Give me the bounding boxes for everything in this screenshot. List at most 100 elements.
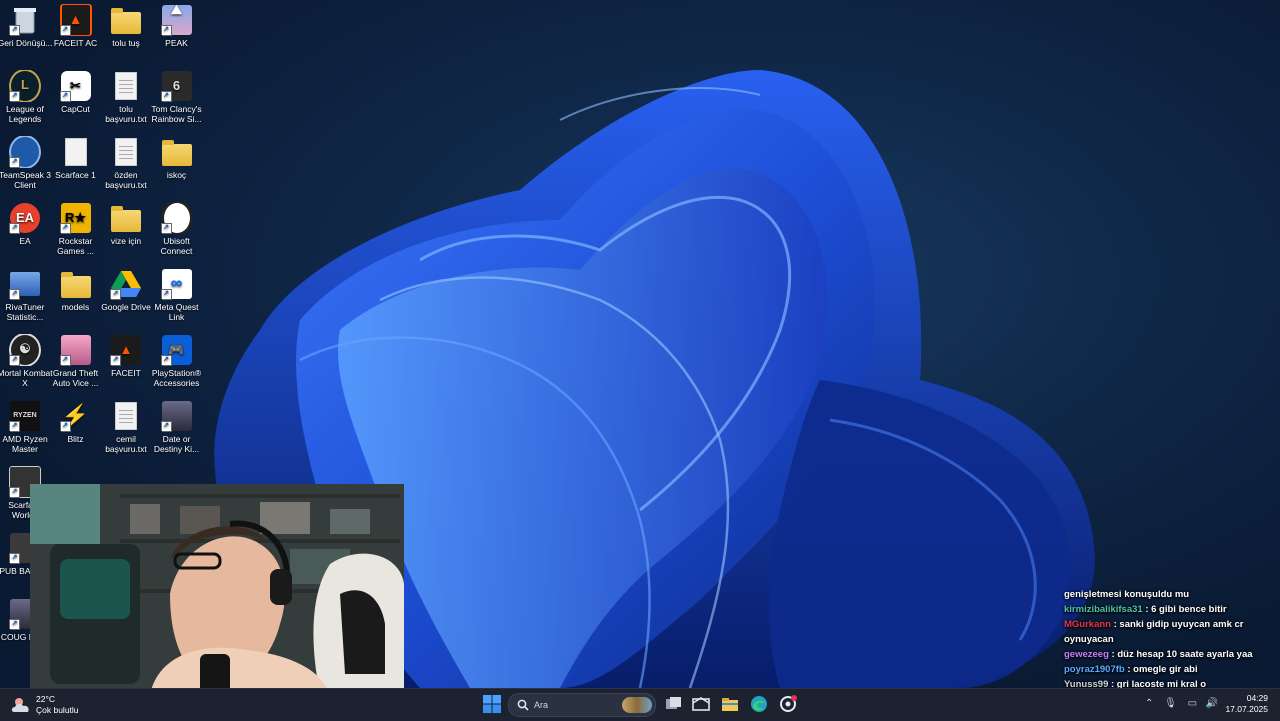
chat-text: : 6 gibi bence bitir [1142, 604, 1227, 615]
desktop-icon[interactable]: iskoç [149, 136, 205, 198]
folder-icon [110, 4, 142, 36]
shortcut-arrow-icon: ↗ [9, 223, 20, 234]
desktop-icon[interactable]: ✂ ↗ CapCut [48, 70, 104, 132]
chat-text: : omegle gir abi [1124, 664, 1198, 675]
desktop-icon[interactable]: RYZEN ↗ AMD Ryzen Master [0, 400, 53, 462]
shortcut-arrow-icon: ↗ [59, 91, 71, 102]
shortcut-arrow-icon: ↗ [59, 223, 71, 234]
edge-browser-icon[interactable] [749, 694, 769, 714]
desktop-icon[interactable]: R★ ↗ Rockstar Games ... [48, 202, 104, 264]
desktop-icon[interactable]: ∞ ↗ Meta Quest Link [149, 268, 205, 330]
desktop-icon-label: RivaTuner Statistic... [5, 302, 45, 322]
shortcut-arrow-icon: ↗ [110, 355, 121, 366]
playstation-icon: 🎮 ↗ [160, 334, 193, 366]
desktop-icon-label: Geri Dönüşü... [0, 38, 53, 48]
desktop-icon[interactable]: özden başvuru.txt [98, 136, 154, 198]
desktop-icon[interactable]: tolu tuş [98, 4, 154, 66]
desktop-icon-label: FACEIT AC [53, 38, 98, 48]
desktop-icon-label: PEAK [165, 38, 188, 48]
shortcut-arrow-icon: ↗ [160, 355, 172, 366]
steelseries-gg-icon[interactable] [778, 694, 798, 714]
desktop-icon-label: League of Legends [6, 104, 44, 124]
search-icon [517, 699, 529, 711]
desktop-icon[interactable]: ▲ ↗ FACEIT AC [48, 4, 104, 66]
shortcut-arrow-icon: ↗ [9, 619, 20, 630]
desktop-icon-label: iskoç [166, 170, 187, 180]
shortcut-arrow-icon: ↗ [160, 421, 172, 432]
task-view-icon[interactable] [663, 694, 683, 714]
widgets-app-icon[interactable] [691, 694, 711, 714]
weather-temperature: 22°C [36, 694, 55, 704]
chat-text: genişletmesi konuşuldu mu [1064, 589, 1190, 600]
desktop-icon-label: TeamSpeak 3 Client [0, 170, 51, 190]
desktop-icon[interactable]: ↗ RivaTuner Statistic... [0, 268, 53, 330]
chat-text: : gri lacoste mi kral o [1108, 679, 1207, 688]
weather-widget[interactable]: 22°C Çok bulutlu [10, 693, 79, 717]
desktop-icon-label: models [61, 302, 90, 312]
chat-message: MGurkann : sanki gidip uyuycan amk cr oy… [1064, 617, 1274, 647]
faceit-icon: ▲ ↗ [110, 334, 142, 366]
shortcut-arrow-icon: ↗ [59, 355, 71, 366]
shortcut-arrow-icon: ↗ [9, 25, 20, 36]
league-of-legends-icon: L ↗ [9, 70, 41, 102]
volume-icon[interactable]: 🔊 [1206, 698, 1218, 709]
text-file-icon [110, 400, 142, 432]
desktop-icon[interactable]: vize için [98, 202, 154, 264]
desktop: ↗ Geri Dönüşü... ▲ ↗ FACEIT AC tolu tuş ⛰ ↗ PEAK… [0, 0, 1280, 688]
desktop-icon-label: tolu başvuru.txt [105, 104, 147, 124]
shortcut-arrow-icon: ↗ [9, 421, 20, 432]
search-highlight-art [622, 697, 652, 713]
chat-message: genişletmesi konuşuldu mu [1064, 587, 1274, 602]
desktop-icon[interactable]: ⚡ ↗ Blitz [48, 400, 104, 462]
desktop-icon[interactable]: ↗ TeamSpeak 3 Client [0, 136, 53, 198]
desktop-icon[interactable]: tolu başvuru.txt [98, 70, 154, 132]
file-explorer-icon[interactable] [720, 694, 740, 714]
text-file-icon [110, 136, 142, 168]
webcam-overlay [30, 484, 404, 688]
blitz-icon: ⚡ ↗ [59, 400, 92, 432]
file-icon [60, 136, 92, 168]
chat-message: poyraz1907fb : omegle gir abi [1064, 662, 1274, 677]
desktop-icon[interactable]: ▲ ↗ FACEIT [98, 334, 154, 396]
desktop-icon[interactable]: EA ↗ EA [0, 202, 53, 264]
desktop-icon-label: CapCut [61, 104, 90, 114]
desktop-icon[interactable]: Scarface 1 [48, 136, 104, 198]
desktop-icon[interactable]: ⛰ ↗ PEAK [149, 4, 205, 66]
clock-time: 04:29 [1246, 693, 1268, 703]
desktop-icon[interactable]: L ↗ League of Legends [0, 70, 53, 132]
desktop-icon[interactable]: ↗ Google Drive [98, 268, 154, 330]
folder-icon [110, 202, 142, 234]
desktop-icon-label: Grand Theft Auto Vice ... [52, 368, 99, 388]
windows-start-icon[interactable] [483, 695, 501, 713]
shortcut-arrow-icon: ↗ [9, 157, 20, 168]
desktop-icon[interactable]: ↗ Ubisoft Connect [149, 202, 205, 264]
rivatuner-icon: ↗ [9, 268, 41, 300]
shortcut-arrow-icon: ↗ [9, 487, 20, 498]
desktop-icon[interactable]: models [48, 268, 104, 330]
taskbar-search[interactable]: Ara [508, 693, 656, 717]
rockstar-icon: R★ ↗ [59, 202, 92, 234]
google-drive-icon: ↗ [110, 268, 142, 300]
desktop-icon-label: Meta Quest Link [154, 302, 199, 322]
taskbar-clock[interactable]: 04:29 17.07.2025 [1225, 693, 1268, 715]
desktop-icon-label: tolu tuş [112, 38, 140, 48]
chevron-up-icon[interactable]: ⌃ [1145, 698, 1153, 709]
ea-icon: EA ↗ [9, 202, 41, 234]
network-icon[interactable]: ▭ [1188, 698, 1197, 709]
chat-username: MGurkann [1064, 619, 1111, 630]
folder-icon [60, 268, 92, 300]
desktop-icon-label: AMD Ryzen Master [2, 434, 48, 454]
desktop-icon[interactable]: ↗ Grand Theft Auto Vice ... [48, 334, 104, 396]
desktop-icon-label: Mortal Kombat X [0, 368, 53, 388]
desktop-icon-label: vize için [110, 236, 142, 246]
desktop-icon[interactable]: ☯ ↗ Mortal Kombat X [0, 334, 53, 396]
desktop-icon[interactable]: 🎮 ↗ PlayStation® Accessories [149, 334, 205, 396]
desktop-icon[interactable]: 6 ↗ Tom Clancy's Rainbow Si... [149, 70, 205, 132]
desktop-icon-label: Rockstar Games ... [57, 236, 94, 256]
desktop-icon[interactable]: ↗ Geri Dönüşü... [0, 4, 53, 66]
desktop-icon[interactable]: ↗ Date or Destiny Ki... [149, 400, 205, 462]
microphone-icon[interactable]: 🎙 [1164, 698, 1177, 709]
shortcut-arrow-icon: ↗ [110, 289, 121, 300]
desktop-icon[interactable]: cemil başvuru.txt [98, 400, 154, 462]
weather-description: Çok bulutlu [36, 705, 79, 715]
